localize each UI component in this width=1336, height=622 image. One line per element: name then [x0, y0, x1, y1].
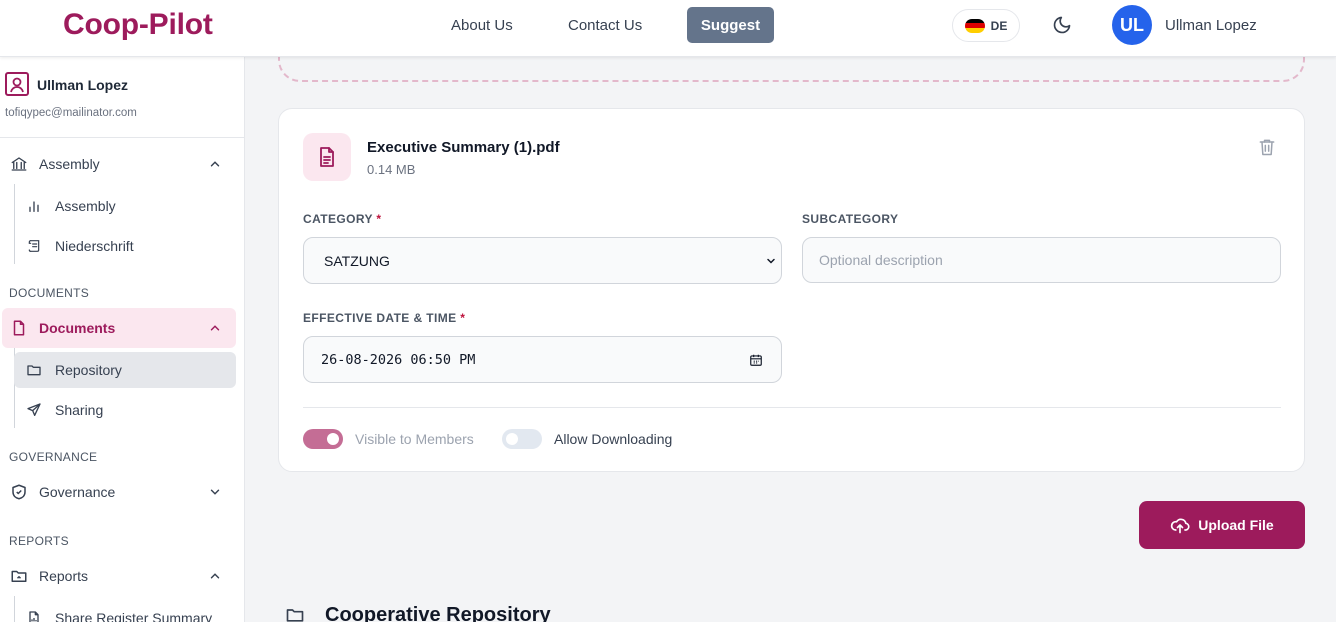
suggest-button[interactable]: Suggest: [687, 7, 774, 43]
nav-about-link[interactable]: About Us: [451, 17, 513, 34]
section-governance: GOVERNANCE: [9, 450, 98, 464]
sidebar-item-label: Assembly: [39, 156, 100, 172]
sidebar-user-name: Ullman Lopez: [37, 77, 129, 93]
file-report-icon: [29, 611, 39, 622]
sidebar: Ullman Lopez tofiqypec@mailinator.com As…: [0, 57, 245, 622]
send-icon: [27, 403, 41, 416]
file-size: 0.14 MB: [367, 162, 416, 177]
upload-file-button[interactable]: Upload File: [1139, 501, 1305, 549]
sidebar-item-documents[interactable]: Documents: [2, 308, 236, 348]
sidebar-divider: [0, 137, 244, 138]
user-avatar[interactable]: UL: [1112, 5, 1152, 45]
document-icon: [13, 320, 25, 336]
allow-downloading-label: Allow Downloading: [554, 431, 673, 447]
effective-date-input[interactable]: 26-08-2026 06:50 PM: [303, 336, 782, 383]
file-text-icon: [303, 133, 351, 181]
file-upload-card: Executive Summary (1).pdf 0.14 MB CATEGO…: [278, 108, 1305, 472]
sidebar-item-assembly[interactable]: Assembly: [0, 144, 244, 184]
toggle-knob: [506, 433, 518, 445]
visible-to-members-toggle[interactable]: [303, 429, 343, 449]
brand-logo[interactable]: Coop-Pilot: [63, 8, 213, 42]
toggle-knob: [327, 433, 339, 445]
category-value: SATZUNG: [324, 253, 390, 269]
calendar-icon[interactable]: [749, 353, 763, 367]
chevron-up-icon[interactable]: [208, 321, 222, 335]
chevron-down-icon[interactable]: [208, 485, 222, 499]
sidebar-sub-label: Niederschrift: [55, 238, 134, 254]
scroll-icon: [28, 240, 40, 252]
chevron-down-icon: [767, 258, 775, 264]
sidebar-item-label: Governance: [39, 484, 116, 500]
file-name: Executive Summary (1).pdf: [367, 139, 560, 156]
sidebar-sub-label: Share Register Summary: [55, 610, 213, 622]
sidebar-item-reports[interactable]: Reports: [0, 556, 244, 596]
sidebar-user-email: tofiqypec@mailinator.com: [5, 107, 137, 119]
chevron-up-icon[interactable]: [208, 157, 222, 171]
sidebar-item-governance[interactable]: Governance: [0, 472, 244, 512]
cloud-upload-icon: [1171, 518, 1190, 534]
german-flag-icon: [964, 18, 985, 33]
subcategory-placeholder: Optional description: [819, 252, 943, 268]
repository-title: Cooperative Repository: [325, 604, 551, 622]
sidebar-sub-assembly[interactable]: Assembly: [14, 188, 236, 224]
sidebar-sub-label: Repository: [55, 362, 122, 378]
header-user-name[interactable]: Ullman Lopez: [1165, 17, 1257, 34]
user-profile-icon: [5, 72, 29, 96]
subcategory-label: SUBCATEGORY: [802, 212, 899, 226]
allow-downloading-toggle[interactable]: [502, 429, 542, 449]
chevron-up-icon[interactable]: [208, 569, 222, 583]
top-header: Coop-Pilot About Us Contact Us Suggest D…: [0, 0, 1336, 57]
sidebar-item-label: Reports: [39, 568, 89, 584]
effective-date-label: EFFECTIVE DATE & TIME *: [303, 311, 466, 325]
upload-file-label: Upload File: [1198, 517, 1274, 533]
sidebar-sub-sharing[interactable]: Sharing: [14, 392, 236, 428]
effective-date-value: 26-08-2026 06:50 PM: [321, 352, 476, 368]
folder-icon: [27, 365, 41, 376]
visible-to-members-label: Visible to Members: [355, 431, 474, 447]
category-select[interactable]: SATZUNG: [303, 237, 782, 284]
dark-mode-moon-icon[interactable]: [1052, 15, 1072, 35]
shield-check-icon: [12, 484, 26, 500]
sidebar-sub-repository[interactable]: Repository: [14, 352, 236, 388]
section-documents: DOCUMENTS: [9, 286, 90, 300]
trash-icon[interactable]: [1257, 137, 1277, 157]
language-code: DE: [990, 18, 1008, 33]
folder-icon: [286, 609, 304, 622]
sidebar-sub-share-register-summary[interactable]: Share Register Summary: [14, 600, 236, 622]
sidebar-sub-niederschrift[interactable]: Niederschrift: [14, 228, 236, 264]
folder-chart-icon: [11, 570, 27, 582]
subcategory-input[interactable]: Optional description: [802, 237, 1281, 283]
sidebar-sub-label: Assembly: [55, 198, 116, 214]
bar-chart-icon: [29, 201, 39, 212]
card-divider: [303, 407, 1281, 408]
nav-contact-link[interactable]: Contact Us: [568, 17, 642, 34]
category-label: CATEGORY *: [303, 212, 382, 226]
sidebar-item-label: Documents: [39, 320, 116, 336]
language-switcher[interactable]: DE: [952, 9, 1020, 42]
section-reports: REPORTS: [9, 534, 69, 548]
sidebar-sub-label: Sharing: [55, 402, 104, 418]
bank-icon: [11, 157, 27, 171]
